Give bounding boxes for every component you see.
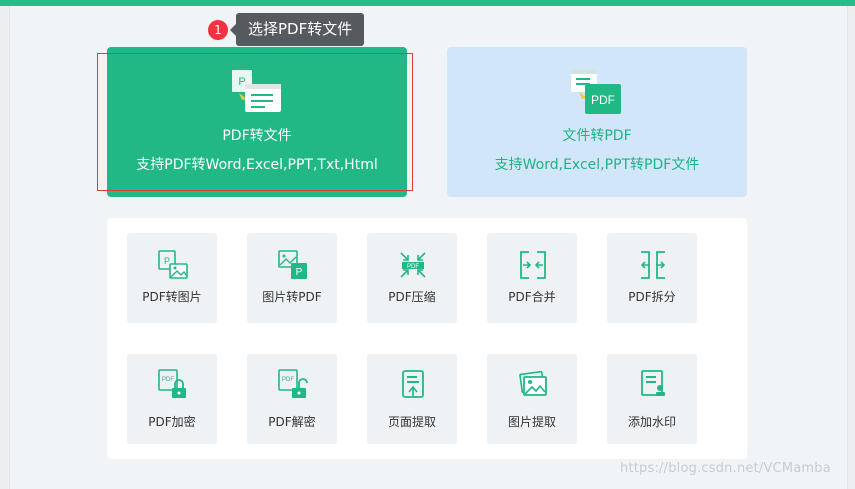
image-extract-icon <box>519 370 547 396</box>
svg-text:P: P <box>296 267 303 278</box>
tool-label: 添加水印 <box>627 415 676 429</box>
svg-text:PDF: PDF <box>591 93 615 107</box>
add-watermark-icon <box>641 370 665 396</box>
tool-label: 图片提取 <box>507 415 556 429</box>
tool-label: 图片转PDF <box>262 290 322 304</box>
tool-pdf-merge[interactable]: PDF合并 <box>487 233 577 323</box>
pdf-compress-icon: PDF <box>400 252 426 278</box>
pdf-split-icon <box>640 251 666 279</box>
svg-text:PDF: PDF <box>162 377 174 383</box>
svg-text:PDF: PDF <box>282 377 294 383</box>
tool-label: PDF解密 <box>268 415 316 429</box>
top-accent-bar <box>0 0 855 6</box>
tool-label: PDF压缩 <box>388 290 436 304</box>
pdf-to-file-icon: P <box>232 70 281 112</box>
file-to-pdf-icon: PDF <box>571 70 621 114</box>
pdf-merge-icon <box>520 251 546 279</box>
pdf-to-file-desc: 支持PDF转Word,Excel,PPT,Txt,Html <box>136 157 378 173</box>
pdf-to-file-card[interactable]: P PDF转文件 支持PDF转Word,Excel,PPT,Txt,Html <box>107 47 407 197</box>
tool-image-extract[interactable]: 图片提取 <box>487 354 577 444</box>
step-marker: 1 <box>208 20 228 40</box>
file-to-pdf-card[interactable]: PDF 文件转PDF 支持Word,Excel,PPT转PDF文件 <box>447 47 747 197</box>
tool-page-extract[interactable]: 页面提取 <box>367 354 457 444</box>
watermark-text: https://blog.csdn.net/VCMamba <box>620 461 831 476</box>
svg-text:P: P <box>164 256 170 266</box>
pdf-to-image-icon: P <box>158 250 188 279</box>
page-extract-icon <box>402 370 424 398</box>
pdf-decrypt-icon: PDF <box>278 369 308 398</box>
tool-label: 页面提取 <box>387 415 436 429</box>
tool-pdf-compress[interactable]: PDF PDF压缩 <box>367 233 457 323</box>
svg-text:P: P <box>238 76 245 88</box>
step-tooltip: 选择PDF转文件 <box>229 13 365 46</box>
right-window-edge <box>847 6 855 489</box>
file-to-pdf-desc: 支持Word,Excel,PPT转PDF文件 <box>494 157 700 173</box>
tool-add-watermark[interactable]: 添加水印 <box>607 354 697 444</box>
file-to-pdf-title: 文件转PDF <box>562 128 632 144</box>
tool-image-to-pdf[interactable]: P 图片转PDF <box>247 233 337 323</box>
left-window-edge <box>0 6 10 489</box>
svg-text:PDF: PDF <box>407 264 419 270</box>
tool-label: PDF加密 <box>148 415 196 429</box>
tool-label: PDF合并 <box>508 290 556 304</box>
pdf-to-file-title: PDF转文件 <box>222 128 292 144</box>
tool-pdf-encrypt[interactable]: PDF PDF加密 <box>127 354 217 444</box>
tool-label: PDF转图片 <box>142 290 202 304</box>
tool-pdf-to-image[interactable]: P PDF转图片 <box>127 233 217 323</box>
tool-pdf-decrypt[interactable]: PDF PDF解密 <box>247 354 337 444</box>
tools-panel: P PDF转图片 P 图片转PDF PDF PDF压缩 PDF合并 PDF拆分 … <box>107 218 747 459</box>
tool-pdf-split[interactable]: PDF拆分 <box>607 233 697 323</box>
tool-label: PDF拆分 <box>628 290 676 304</box>
pdf-encrypt-icon: PDF <box>158 369 186 398</box>
image-to-pdf-icon: P <box>278 250 307 279</box>
